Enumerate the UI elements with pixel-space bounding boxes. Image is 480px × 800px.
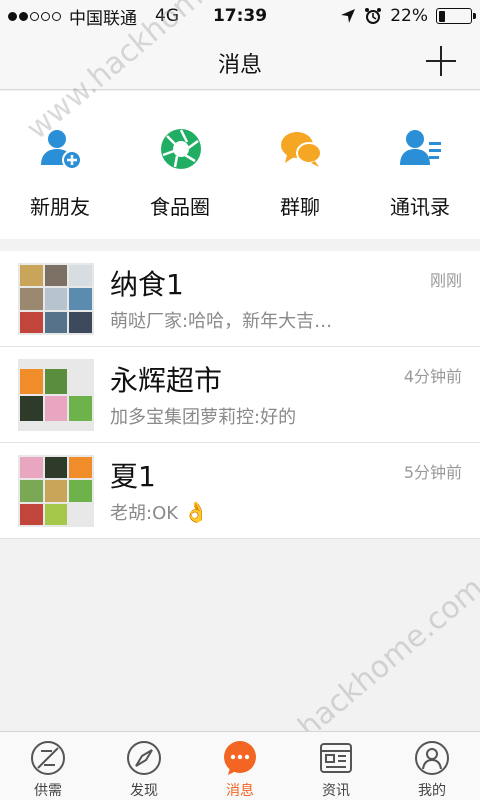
carrier-label: 中国联通: [69, 8, 137, 29]
group-avatar: [18, 359, 94, 431]
tab-label: 资讯: [322, 783, 350, 799]
tab-label: 供需: [34, 783, 62, 799]
status-right: 22%: [340, 6, 476, 26]
aperture-icon: [161, 129, 201, 169]
status-bar: 中国联通 4G 17:39 22%: [0, 0, 480, 32]
quick-action-label: 食品圈: [150, 195, 210, 219]
chat-row[interactable]: 永辉超市 4分钟前 加多宝集团萝莉控:好的: [0, 347, 480, 443]
battery-percent: 22%: [390, 6, 428, 26]
news-icon: [320, 743, 352, 773]
plus-icon[interactable]: [424, 44, 458, 78]
signal-icon: [8, 11, 61, 21]
contacts-icon: [400, 130, 441, 165]
group-avatar: [18, 263, 94, 335]
tab-news[interactable]: 资讯: [288, 732, 384, 800]
quick-action-contacts[interactable]: 通讯录: [360, 91, 480, 239]
add-friend-icon: [41, 130, 82, 170]
tab-profile[interactable]: 我的: [384, 732, 480, 800]
chat-name: 纳食1: [110, 268, 184, 301]
alarm-icon: [365, 8, 382, 24]
compass-icon: [127, 741, 161, 775]
chat-preview: 加多宝集团萝莉控:好的: [110, 407, 297, 428]
profile-icon: [415, 741, 449, 775]
battery-fill: [438, 10, 446, 22]
group-avatar: [18, 455, 94, 527]
page-title: 消息: [217, 53, 262, 78]
chat-bubbles-icon: [281, 132, 322, 167]
network-label: 4G: [155, 6, 179, 26]
chat-name: 夏1: [110, 460, 156, 493]
chat-preview: 萌哒厂家:哈哈，新年大吉…: [110, 311, 333, 332]
quick-action-label: 新朋友: [30, 195, 90, 219]
tab-label: 我的: [418, 783, 446, 799]
tab-label: 发现: [130, 783, 158, 799]
supply-demand-icon: [31, 741, 65, 775]
chat-time: 刚刚: [429, 271, 462, 290]
quick-action-label: 群聊: [280, 195, 320, 219]
chat-row[interactable]: 夏1 5分钟前 老胡:OK 👌: [0, 443, 480, 539]
tab-messages[interactable]: 消息: [192, 732, 288, 800]
location-arrow-icon: [341, 9, 356, 23]
battery-icon: [436, 8, 476, 24]
chat-name: 永辉超市: [110, 364, 223, 397]
quick-action-label: 通讯录: [390, 195, 450, 219]
quick-actions: 新朋友 食品圈 群聊 通讯录: [0, 91, 480, 239]
status-left: 中国联通 4G: [8, 4, 179, 29]
chat-row[interactable]: 纳食1 刚刚 萌哒厂家:哈哈，新年大吉…: [0, 251, 480, 347]
chat-preview-text: 老胡:OK: [110, 503, 179, 524]
tab-label: 消息: [226, 783, 254, 799]
tab-supply-demand[interactable]: 供需: [0, 732, 96, 800]
quick-action-new-friends[interactable]: 新朋友: [0, 91, 120, 239]
chat-list: 纳食1 刚刚 萌哒厂家:哈哈，新年大吉… 永辉超市 4分钟前 加多宝集团萝莉控:…: [0, 251, 480, 539]
chat-time: 5分钟前: [403, 463, 462, 482]
tab-discover[interactable]: 发现: [96, 732, 192, 800]
quick-action-food-circle[interactable]: 食品圈: [120, 91, 240, 239]
quick-action-group-chat[interactable]: 群聊: [240, 91, 360, 239]
chat-time: 4分钟前: [403, 367, 462, 386]
tab-bar: 供需 发现 消息 资讯 我的: [0, 731, 480, 800]
nav-bar: 消息: [0, 32, 480, 90]
message-icon: [224, 741, 256, 775]
chat-preview: 老胡:OK 👌: [110, 499, 400, 525]
ok-hand-emoji-icon: 👌: [183, 500, 209, 524]
